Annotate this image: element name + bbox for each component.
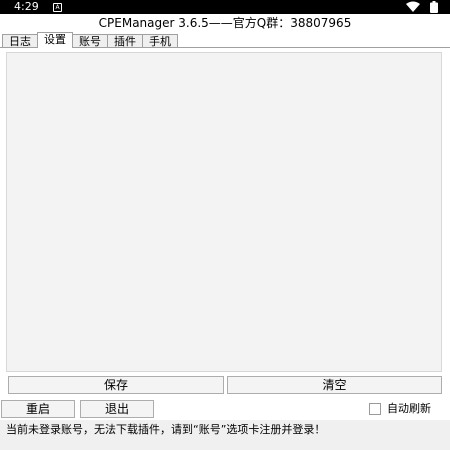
tab-log[interactable]: 日志 <box>2 34 38 48</box>
clear-button[interactable]: 清空 <box>227 376 442 394</box>
auto-refresh-label: 自动刷新 <box>387 402 431 415</box>
tab-plugins[interactable]: 插件 <box>107 34 143 48</box>
restart-button[interactable]: 重启 <box>1 400 75 418</box>
notification-icon: A <box>53 3 62 12</box>
auto-refresh-checkbox[interactable] <box>369 403 381 415</box>
tab-account[interactable]: 账号 <box>72 34 108 48</box>
android-status-bar: 4:29 A <box>0 0 450 14</box>
auto-refresh-toggle[interactable]: 自动刷新 <box>369 402 431 416</box>
tab-settings[interactable]: 设置 <box>37 32 73 48</box>
battery-icon <box>430 1 438 13</box>
tab-phone[interactable]: 手机 <box>142 34 178 48</box>
save-button[interactable]: 保存 <box>8 376 224 394</box>
wifi-icon <box>406 1 420 12</box>
status-bar: 当前未登录账号，无法下载插件，请到“账号”选项卡注册并登录！ <box>0 420 450 450</box>
exit-button[interactable]: 退出 <box>80 400 154 418</box>
clock: 4:29 <box>14 0 39 13</box>
status-message: 当前未登录账号，无法下载插件，请到“账号”选项卡注册并登录！ <box>6 423 326 436</box>
window-title: CPEManager 3.6.5——官方Q群：38807965 <box>98 16 352 30</box>
settings-editor[interactable] <box>6 52 442 372</box>
tab-bar: 日志 设置 账号 插件 手机 <box>2 32 178 48</box>
